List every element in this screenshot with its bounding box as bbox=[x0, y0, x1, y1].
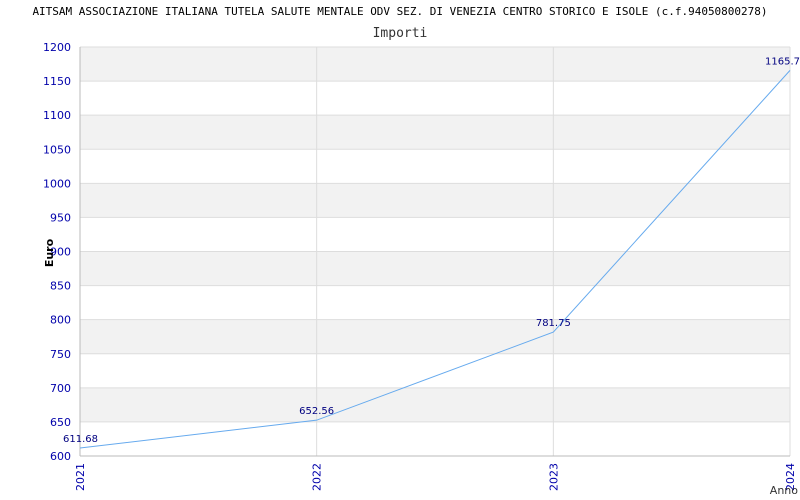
x-tick-label: 2023 bbox=[547, 463, 560, 491]
y-tick-label: 1050 bbox=[43, 143, 71, 156]
x-tick-label: 2021 bbox=[74, 463, 87, 491]
data-label: 611.68 bbox=[63, 434, 98, 445]
data-label: 652.56 bbox=[299, 406, 334, 417]
y-tick-label: 800 bbox=[50, 314, 71, 327]
grid-band bbox=[80, 149, 790, 184]
grid-band bbox=[80, 115, 790, 150]
x-tick-label: 2022 bbox=[311, 463, 324, 491]
data-label: 781.75 bbox=[536, 318, 571, 329]
y-tick-label: 850 bbox=[50, 280, 71, 293]
y-tick-label: 1200 bbox=[43, 41, 71, 54]
grid-band bbox=[80, 353, 790, 388]
y-tick-label: 1000 bbox=[43, 177, 71, 190]
x-axis-label: Anno bbox=[770, 484, 798, 497]
chart-plot-area: 6006507007508008509009501000105011001150… bbox=[43, 41, 800, 497]
grid-band bbox=[80, 421, 790, 456]
chart: AITSAM ASSOCIAZIONE ITALIANA TUTELA SALU… bbox=[0, 0, 800, 500]
y-tick-label: 750 bbox=[50, 348, 71, 361]
grid-band bbox=[80, 217, 790, 252]
y-tick-label: 650 bbox=[50, 416, 71, 429]
grid-band bbox=[80, 251, 790, 286]
grid-band bbox=[80, 387, 790, 422]
y-tick-label: 700 bbox=[50, 382, 71, 395]
data-label: 1165.7 bbox=[765, 56, 800, 67]
grid-band bbox=[80, 47, 790, 82]
grid-band bbox=[80, 285, 790, 320]
y-tick-label: 600 bbox=[50, 450, 71, 463]
grid-band bbox=[80, 81, 790, 116]
y-tick-label: 1100 bbox=[43, 109, 71, 122]
grid-band bbox=[80, 319, 790, 354]
y-tick-label: 950 bbox=[50, 211, 71, 224]
y-tick-label: 1150 bbox=[43, 75, 71, 88]
y-axis-label: Euro bbox=[43, 238, 56, 267]
